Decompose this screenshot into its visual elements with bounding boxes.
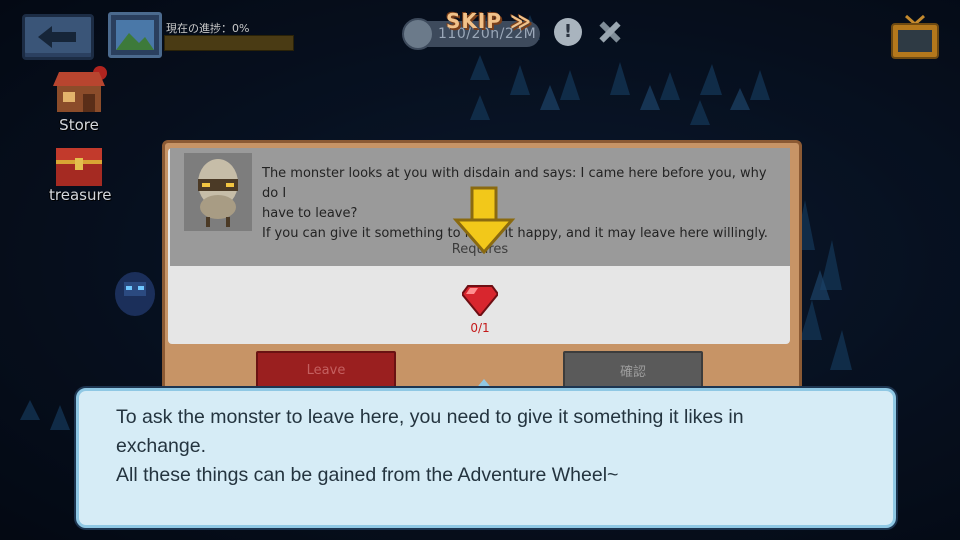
back-button[interactable] (22, 14, 94, 60)
tooltip-line: exchange. (116, 435, 206, 457)
tooltip-line: To ask the monster to leave here, you ne… (116, 406, 744, 428)
sidebar-item-store[interactable]: Store (49, 116, 109, 134)
red-heart-gem-icon[interactable] (462, 282, 498, 316)
tutorial-arrow-down-icon (452, 186, 516, 255)
treasure-chest-icon[interactable] (54, 146, 104, 188)
confirm-button[interactable]: 確認 (563, 351, 703, 389)
clock-icon (402, 18, 434, 50)
tools-icon[interactable] (594, 16, 626, 48)
arrow-left-icon (38, 26, 76, 48)
sidebar-item-treasure[interactable]: treasure (49, 186, 112, 204)
skip-button[interactable]: SKIP ≫ (446, 9, 532, 33)
landscape-picture-button[interactable] (108, 12, 162, 58)
leave-button[interactable]: Leave (256, 351, 396, 389)
progress-bar (164, 35, 294, 51)
monster-portrait (184, 153, 252, 231)
item-count: 0/1 (470, 321, 490, 335)
tooltip-text: To ask the monster to leave here, you ne… (116, 403, 856, 490)
message-line: If you can give it something to make it … (262, 226, 768, 241)
message-line: The monster looks at you with disdain an… (262, 166, 767, 201)
message-line: have to leave? (262, 206, 358, 221)
store-icon[interactable] (53, 72, 105, 114)
progress-label: 現在の進捗：0% (166, 22, 250, 35)
tooltip-line: All these things can be gained from the … (116, 464, 619, 486)
dragon-creature-icon (115, 272, 155, 316)
landscape-icon (116, 20, 154, 50)
monster-message: The monster looks at you with disdain an… (262, 164, 782, 244)
alert-icon[interactable]: ! (554, 18, 582, 46)
tv-icon[interactable] (890, 14, 940, 60)
